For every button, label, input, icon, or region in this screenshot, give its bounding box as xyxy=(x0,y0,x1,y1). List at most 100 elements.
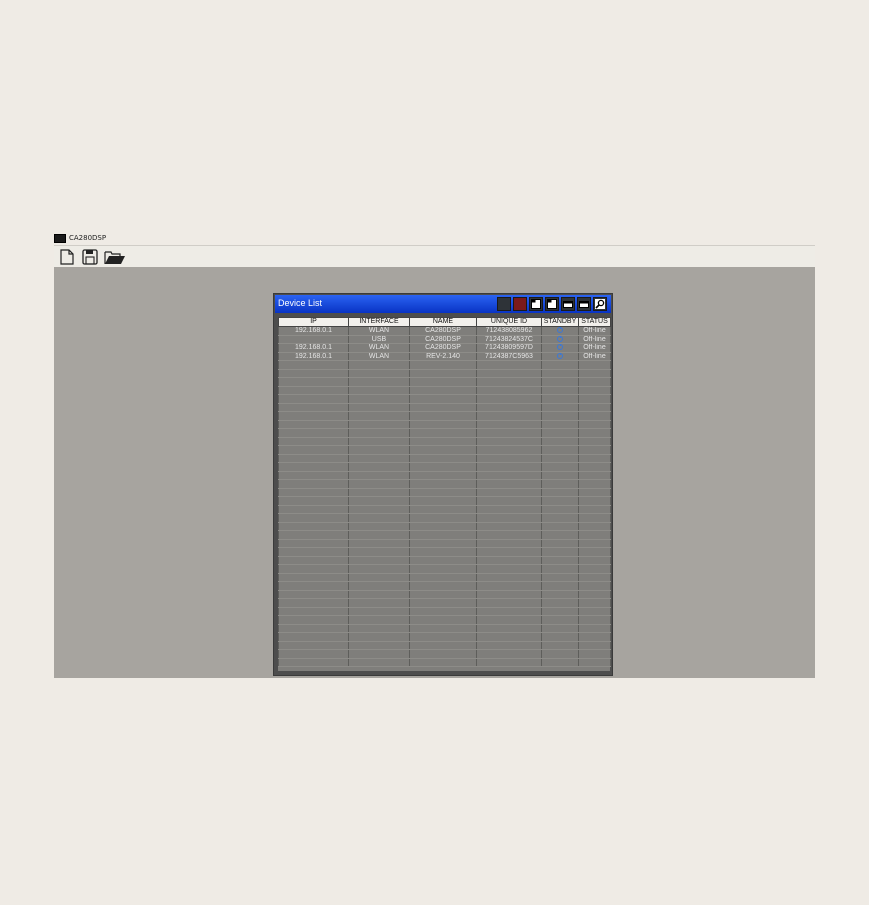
save-icon xyxy=(82,249,98,265)
cell-standby xyxy=(541,335,579,344)
cell-unique-id: 7124387C5963 xyxy=(476,352,542,361)
empty-cell xyxy=(476,377,542,387)
empty-table-row xyxy=(278,556,611,565)
empty-table-row xyxy=(278,369,611,378)
empty-cell xyxy=(278,632,349,642)
open-button[interactable] xyxy=(104,249,126,265)
column-header-status[interactable]: STATUS xyxy=(578,317,611,327)
empty-cell xyxy=(476,590,542,599)
empty-cell xyxy=(409,658,477,667)
empty-cell xyxy=(578,641,611,650)
empty-cell xyxy=(541,386,579,395)
red-square-button[interactable] xyxy=(513,297,527,311)
empty-cell xyxy=(348,488,410,497)
empty-cell xyxy=(541,360,579,370)
empty-cell xyxy=(578,360,611,370)
window-button-2[interactable] xyxy=(545,297,559,311)
table-row[interactable]: 192.168.0.1 WLAN CA280DSP 71243809597D O… xyxy=(278,343,611,353)
empty-cell xyxy=(278,377,349,387)
power-icon[interactable] xyxy=(557,326,563,334)
column-header-ip[interactable]: IP xyxy=(278,317,349,327)
empty-cell xyxy=(278,394,349,404)
empty-cell xyxy=(578,437,611,446)
empty-cell xyxy=(541,564,579,574)
empty-cell xyxy=(541,615,579,625)
empty-cell xyxy=(541,488,579,497)
search-icon xyxy=(595,299,605,309)
empty-cell xyxy=(409,539,477,548)
empty-cell xyxy=(409,403,477,412)
cell-interface: WLAN xyxy=(348,352,410,361)
empty-cell xyxy=(476,607,542,616)
device-table-body: 192.168.0.1 WLAN CA280DSP 712438085962 O… xyxy=(278,326,611,667)
empty-cell xyxy=(578,624,611,633)
empty-cell xyxy=(409,428,477,438)
empty-table-row xyxy=(278,513,611,523)
empty-cell xyxy=(541,556,579,565)
empty-cell xyxy=(578,547,611,557)
device-grid: IP INTERFACE NAME UNIQUE ID STANDBY STAT… xyxy=(278,317,611,671)
minimize-button-2[interactable] xyxy=(577,297,591,311)
power-icon[interactable] xyxy=(557,335,563,342)
table-row[interactable]: 192.168.0.1 WLAN REV-2.140 7124387C5963 … xyxy=(278,352,611,361)
empty-table-row xyxy=(278,420,611,429)
cell-status: Off-line xyxy=(578,343,611,353)
empty-cell xyxy=(348,658,410,667)
empty-cell xyxy=(409,369,477,378)
window-button-1[interactable] xyxy=(529,297,543,311)
empty-cell xyxy=(278,513,349,523)
table-row[interactable]: USB CA280DSP 71243824537C Off-line xyxy=(278,335,611,344)
open-folder-icon xyxy=(104,251,125,264)
column-header-name[interactable]: NAME xyxy=(409,317,477,327)
cell-interface: WLAN xyxy=(348,343,410,353)
new-file-icon xyxy=(60,249,74,265)
search-button[interactable] xyxy=(593,297,607,311)
empty-cell xyxy=(578,522,611,531)
empty-cell xyxy=(476,488,542,497)
empty-cell xyxy=(578,403,611,412)
empty-cell xyxy=(409,590,477,599)
empty-table-row xyxy=(278,377,611,387)
device-list-titlebar[interactable]: Device List xyxy=(275,295,611,313)
empty-cell xyxy=(541,496,579,506)
cell-status: Off-line xyxy=(578,326,611,336)
empty-cell xyxy=(541,479,579,489)
empty-cell xyxy=(578,471,611,480)
column-header-unique-id[interactable]: UNIQUE ID xyxy=(476,317,542,327)
empty-cell xyxy=(409,641,477,650)
empty-cell xyxy=(541,539,579,548)
power-icon[interactable] xyxy=(557,343,563,351)
empty-cell xyxy=(348,369,410,378)
empty-cell xyxy=(578,607,611,616)
minimize-button-1[interactable] xyxy=(561,297,575,311)
empty-cell xyxy=(476,386,542,395)
empty-cell xyxy=(348,403,410,412)
empty-table-row xyxy=(278,454,611,463)
empty-cell xyxy=(578,649,611,659)
empty-cell xyxy=(476,369,542,378)
save-button[interactable] xyxy=(81,249,99,265)
empty-cell xyxy=(476,624,542,633)
empty-cell xyxy=(409,471,477,480)
empty-cell xyxy=(541,420,579,429)
empty-cell xyxy=(278,471,349,480)
empty-cell xyxy=(348,394,410,404)
empty-cell xyxy=(476,513,542,523)
empty-cell xyxy=(476,445,542,455)
empty-cell xyxy=(409,488,477,497)
empty-cell xyxy=(476,649,542,659)
empty-table-row xyxy=(278,607,611,616)
power-icon[interactable] xyxy=(557,352,563,359)
empty-cell xyxy=(278,573,349,582)
empty-cell xyxy=(541,403,579,412)
empty-cell xyxy=(541,649,579,659)
column-header-standby[interactable]: STANDBY xyxy=(541,317,579,327)
empty-cell xyxy=(278,462,349,472)
table-row[interactable]: 192.168.0.1 WLAN CA280DSP 712438085962 O… xyxy=(278,326,611,336)
empty-cell xyxy=(578,513,611,523)
empty-cell xyxy=(409,624,477,633)
dark-square-button[interactable] xyxy=(497,297,511,311)
new-file-button[interactable] xyxy=(58,249,76,265)
empty-cell xyxy=(578,420,611,429)
column-header-interface[interactable]: INTERFACE xyxy=(348,317,410,327)
